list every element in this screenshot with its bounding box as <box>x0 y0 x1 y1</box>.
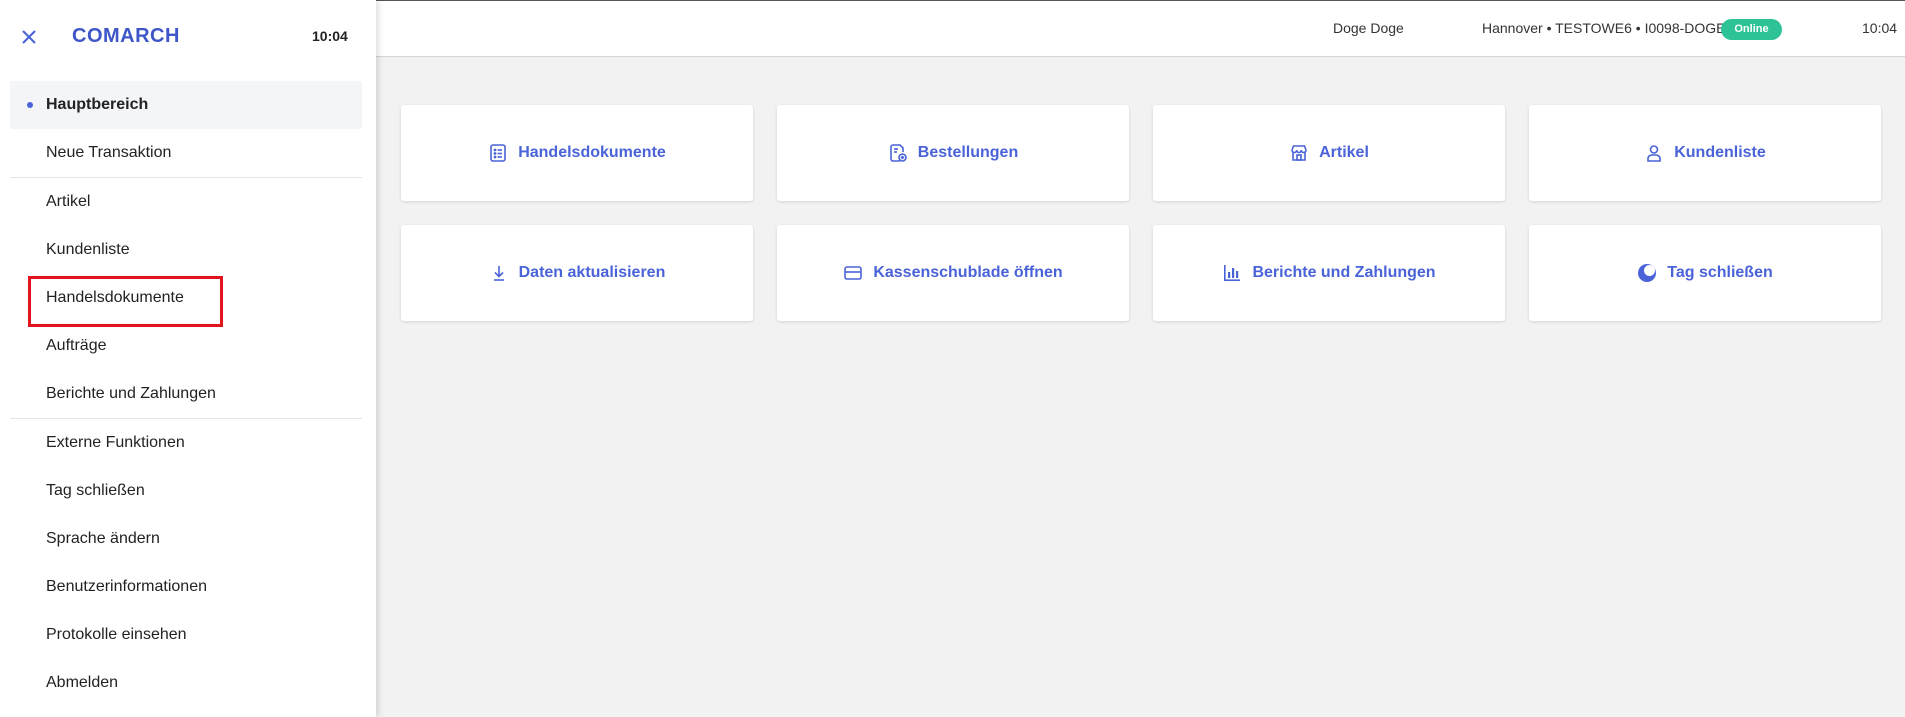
tile-label: Tag schließen <box>1667 264 1773 281</box>
card-icon <box>843 263 863 283</box>
sidebar-item-label: Berichte und Zahlungen <box>46 385 216 402</box>
user-name: Doge Doge <box>1333 20 1404 36</box>
tile-label: Daten aktualisieren <box>518 264 666 281</box>
document-list-icon <box>488 143 508 163</box>
sidebar-item-label: Hauptbereich <box>46 96 149 113</box>
status-badge: Online <box>1721 19 1782 40</box>
active-indicator <box>27 102 33 108</box>
tile-bestellungen[interactable]: Bestellungen <box>777 105 1129 201</box>
store-info: Hannover • TESTOWE6 • I0098-DOGE <box>1482 20 1726 36</box>
sidebar-item-benutzerinformationen[interactable]: Benutzerinformationen <box>10 563 362 611</box>
tile-kassenschublade[interactable]: Kassenschublade öffnen <box>777 225 1129 321</box>
sidebar-item-sprache[interactable]: Sprache ändern <box>10 515 362 563</box>
sidebar-item-label: Benutzerinformationen <box>46 578 207 595</box>
moon-icon <box>1637 263 1657 283</box>
logo: COMARCH <box>72 25 180 47</box>
tile-tag-schliessen[interactable]: Tag schließen <box>1529 225 1881 321</box>
sidebar-item-label: Externe Funktionen <box>46 434 185 451</box>
sidebar-item-abmelden[interactable]: Abmelden <box>10 659 362 707</box>
sidebar-time: 10:04 <box>312 28 348 44</box>
sidebar-item-label: Aufträge <box>46 337 107 354</box>
tile-label: Berichte und Zahlungen <box>1252 264 1436 281</box>
sidebar-item-hauptbereich[interactable]: Hauptbereich <box>10 81 362 129</box>
sidebar-item-label: Abmelden <box>46 674 119 691</box>
sidebar-item-label: Handelsdokumente <box>46 289 184 306</box>
sidebar-item-berichte[interactable]: Berichte und Zahlungen <box>10 370 362 418</box>
sidebar-item-label: Tag schließen <box>46 482 145 499</box>
order-add-icon <box>888 143 908 163</box>
sidebar-item-label: Sprache ändern <box>46 530 160 547</box>
sidebar-item-label: Kundenliste <box>46 241 130 258</box>
sidebar-item-protokolle[interactable]: Protokolle einsehen <box>10 611 362 659</box>
sidebar: COMARCH 10:04 Hauptbereich Neue Transakt… <box>0 0 376 717</box>
sidebar-item-label: Protokolle einsehen <box>46 626 187 643</box>
tile-label: Bestellungen <box>917 144 1019 161</box>
sidebar-item-kundenliste[interactable]: Kundenliste <box>10 226 362 274</box>
person-icon <box>1644 143 1664 163</box>
tile-kundenliste[interactable]: Kundenliste <box>1529 105 1881 201</box>
sidebar-item-artikel[interactable]: Artikel <box>10 178 362 226</box>
tile-label: Handelsdokumente <box>518 144 666 161</box>
store-icon <box>1289 143 1309 163</box>
tile-label: Artikel <box>1319 144 1369 161</box>
tile-artikel[interactable]: Artikel <box>1153 105 1505 201</box>
sidebar-menu: Hauptbereich Neue Transaktion Artikel Ku… <box>10 81 362 707</box>
sidebar-item-auftraege[interactable]: Aufträge <box>10 322 362 370</box>
sidebar-item-neue-transaktion[interactable]: Neue Transaktion <box>10 129 362 177</box>
tile-handelsdokumente[interactable]: Handelsdokumente <box>401 105 753 201</box>
sidebar-item-label: Neue Transaktion <box>46 144 172 161</box>
header-time: 10:04 <box>1862 20 1898 36</box>
close-icon[interactable] <box>18 26 40 48</box>
sidebar-item-handelsdokumente[interactable]: Handelsdokumente <box>10 274 362 322</box>
bar-chart-icon <box>1222 263 1242 283</box>
tile-label: Kassenschublade öffnen <box>873 264 1063 281</box>
tile-label: Kundenliste <box>1674 144 1766 161</box>
sidebar-item-label: Artikel <box>46 193 91 210</box>
sidebar-item-tag-schliessen[interactable]: Tag schließen <box>10 467 362 515</box>
tile-daten-aktualisieren[interactable]: Daten aktualisieren <box>401 225 753 321</box>
sidebar-item-externe-funktionen[interactable]: Externe Funktionen <box>10 419 362 467</box>
download-icon <box>489 263 509 283</box>
tile-berichte[interactable]: Berichte und Zahlungen <box>1153 225 1505 321</box>
